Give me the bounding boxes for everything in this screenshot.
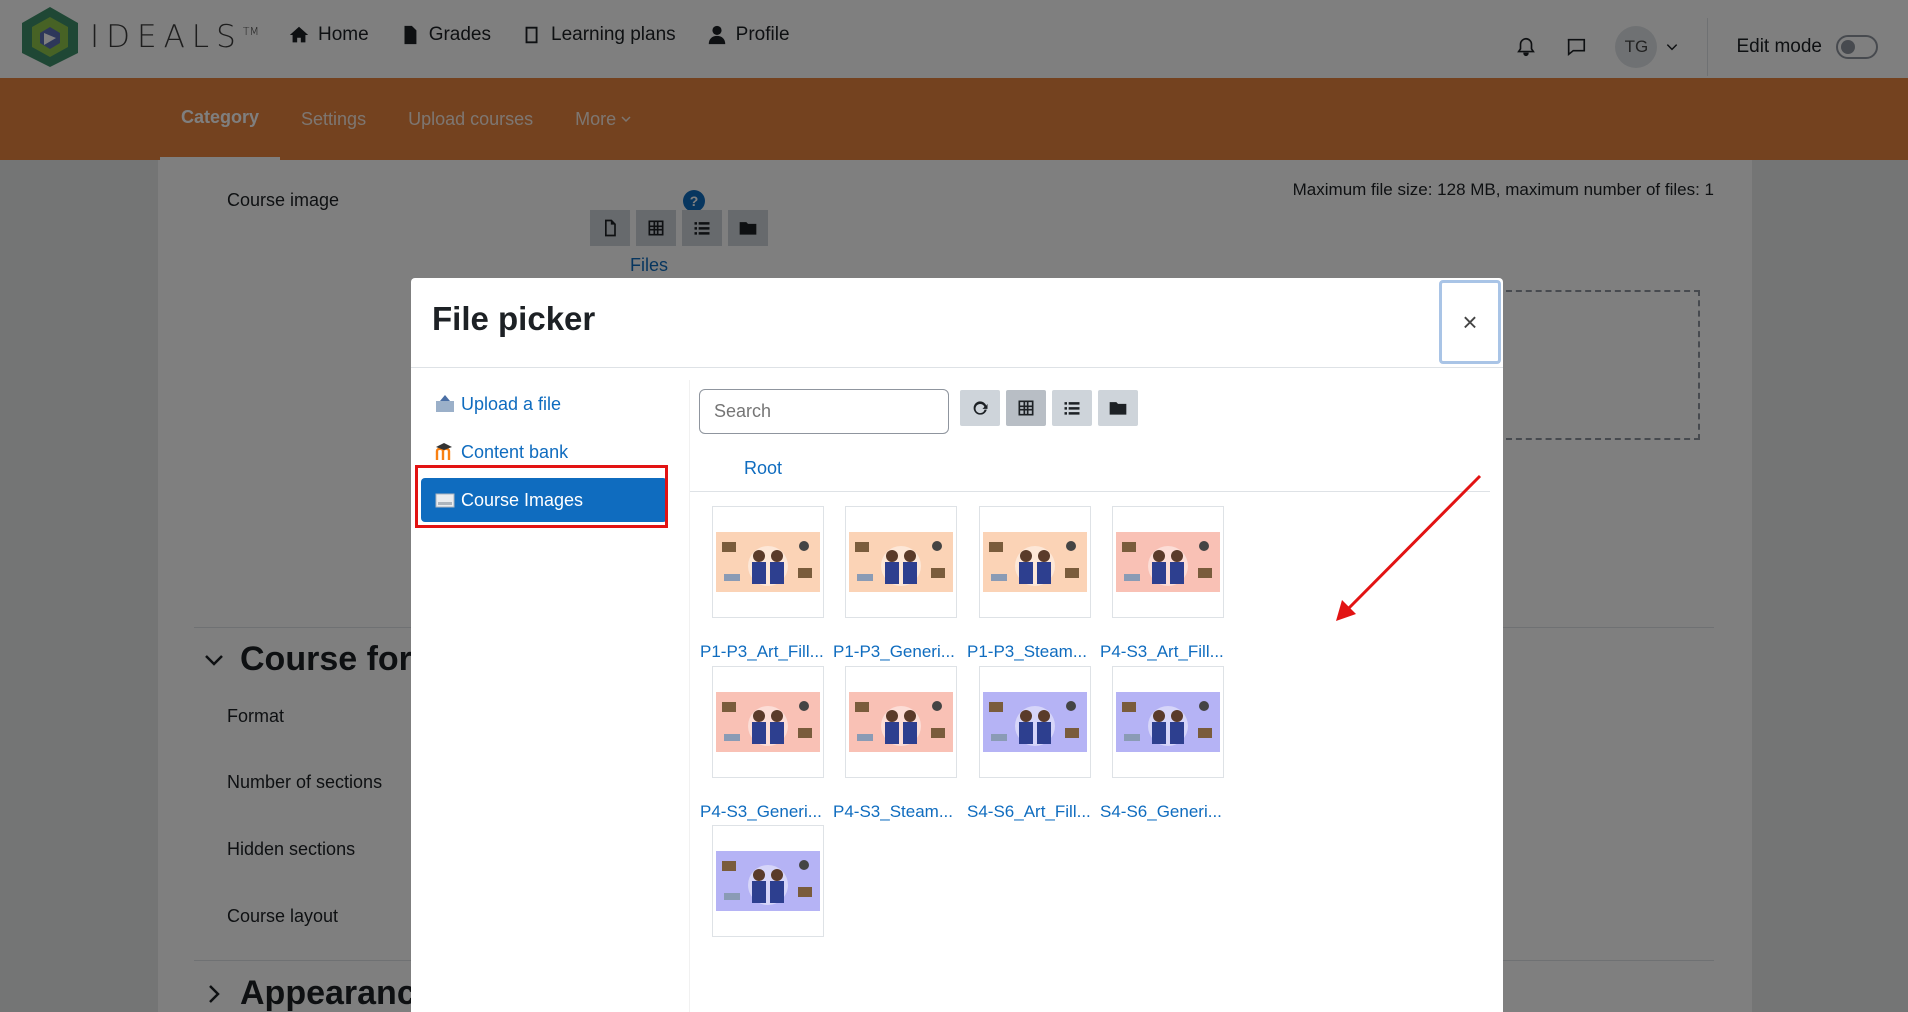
file-name: P4-S3_Art_Fill...: [1100, 642, 1224, 661]
image-thumbnail: [983, 532, 1087, 592]
file-tile[interactable]: P4-S3_Generi...: [700, 666, 830, 822]
repository-label: Upload a file: [461, 393, 562, 414]
file-thumbnail: [979, 666, 1091, 778]
file-thumbnail: [712, 825, 824, 937]
repository-label: Content bank: [461, 441, 569, 462]
close-icon: ×: [1462, 306, 1478, 337]
file-name: P4-S3_Steam...: [833, 802, 954, 821]
file-tile[interactable]: P1-P3_Generi...: [833, 506, 963, 662]
modal-title: File picker: [432, 300, 596, 337]
file-name: P4-S3_Generi...: [700, 802, 822, 821]
file-browser-toolbar: [960, 390, 1138, 426]
file-name: P1-P3_Generi...: [833, 642, 955, 661]
list-icon: [1064, 402, 1080, 415]
image-thumbnail: [716, 851, 820, 911]
file-thumbnail: [712, 666, 824, 778]
file-thumbnail: [1112, 666, 1224, 778]
close-button[interactable]: ×: [1439, 280, 1501, 364]
file-tile[interactable]: P1-P3_Art_Fill...: [700, 506, 830, 662]
highlight-annotation: [415, 465, 668, 528]
image-thumbnail: [849, 532, 953, 592]
view-list-button[interactable]: [1052, 390, 1092, 426]
image-thumbnail: [716, 692, 820, 752]
file-thumbnail: [979, 506, 1091, 618]
file-thumbnail: [845, 506, 957, 618]
file-tile[interactable]: S4-S6_Generi...: [1100, 666, 1230, 822]
refresh-icon: [973, 401, 988, 415]
modal-header: File picker: [411, 278, 1503, 368]
browser-divider: [690, 491, 1490, 492]
file-tile[interactable]: S4-S6_Art_Fill...: [967, 666, 1097, 822]
file-tile[interactable]: [700, 825, 830, 961]
image-thumbnail: [983, 692, 1087, 752]
file-name: P1-P3_Steam...: [967, 642, 1088, 661]
refresh-button[interactable]: [960, 390, 1000, 426]
file-tile[interactable]: P4-S3_Steam...: [833, 666, 963, 822]
file-thumbnail: [712, 506, 824, 618]
view-tree-button[interactable]: [1098, 390, 1138, 426]
folder-icon: [1109, 402, 1127, 415]
file-tile[interactable]: P1-P3_Steam...: [967, 506, 1097, 662]
file-name: P1-P3_Art_Fill...: [700, 642, 824, 661]
file-thumbnail: [1112, 506, 1224, 618]
moodle-icon: [435, 443, 452, 460]
repository-upload-file[interactable]: Upload a file: [421, 382, 667, 426]
image-thumbnail: [1116, 532, 1220, 592]
image-thumbnail: [716, 532, 820, 592]
image-thumbnail: [1116, 692, 1220, 752]
view-grid-button[interactable]: [1006, 390, 1046, 426]
file-tile[interactable]: P4-S3_Art_Fill...: [1100, 506, 1230, 662]
breadcrumb-root[interactable]: Root: [744, 458, 782, 479]
file-thumbnail: [845, 666, 957, 778]
grid-icon: [1018, 400, 1034, 416]
upload-icon: [436, 395, 454, 412]
image-thumbnail: [849, 692, 953, 752]
search-input[interactable]: [699, 389, 949, 434]
file-name: S4-S6_Art_Fill...: [967, 802, 1091, 821]
file-picker-modal: File picker × Upload a file Content bank…: [411, 278, 1503, 1012]
file-name: S4-S6_Generi...: [1100, 802, 1222, 821]
file-browser: Root P1-P3_Art_Fill... P1-P3_Generi... P1-…: [689, 380, 1490, 1012]
